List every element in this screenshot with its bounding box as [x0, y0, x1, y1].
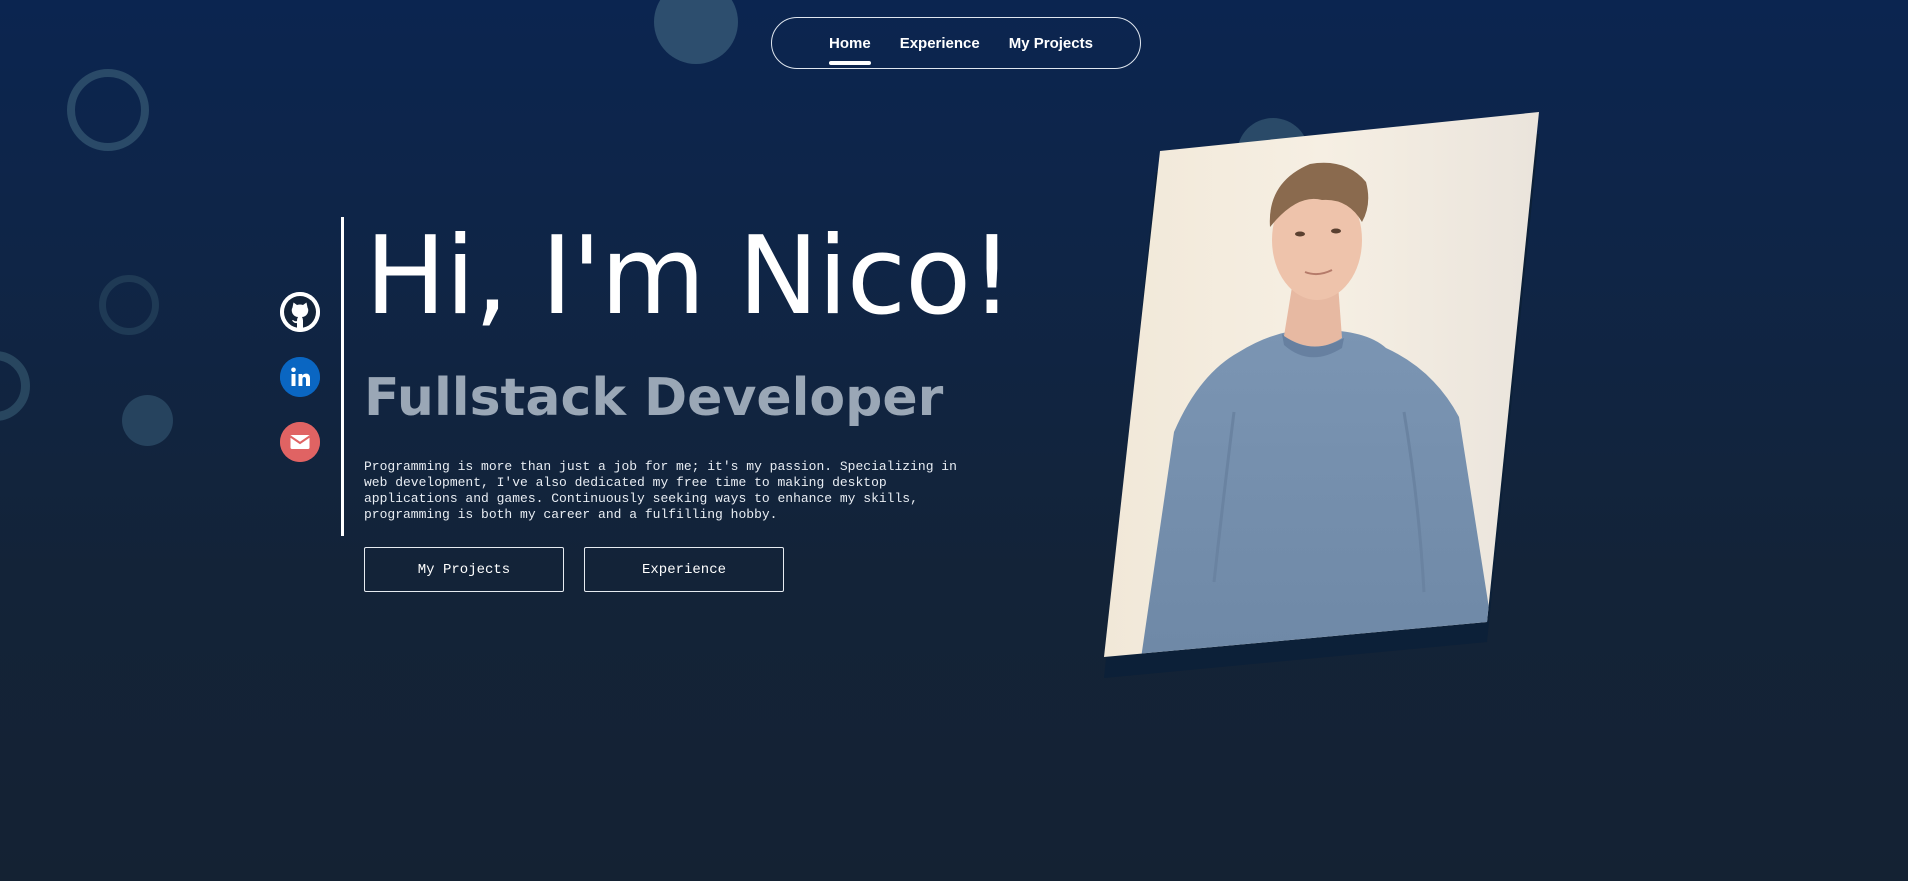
- mail-link[interactable]: [280, 422, 320, 462]
- nav-item-my-projects[interactable]: My Projects: [1009, 35, 1093, 52]
- github-link[interactable]: [280, 292, 320, 332]
- github-icon: [280, 292, 320, 332]
- decorative-ring: [99, 275, 159, 335]
- portrait-image: [1104, 112, 1539, 678]
- mail-icon: [280, 422, 320, 462]
- experience-button[interactable]: Experience: [584, 547, 784, 592]
- decorative-circle: [654, 0, 738, 64]
- social-links: [280, 292, 320, 462]
- hero-description: Programming is more than just a job for …: [364, 459, 957, 522]
- vertical-divider: [341, 217, 344, 536]
- hero-title: Hi, I'm Nico!: [365, 214, 1013, 339]
- decorative-circle: [122, 395, 173, 446]
- hero-subtitle: Fullstack Developer: [364, 368, 944, 428]
- linkedin-icon: [280, 357, 320, 397]
- profile-photo: [1104, 112, 1540, 687]
- decorative-ring: [0, 351, 30, 421]
- nav-item-experience[interactable]: Experience: [900, 35, 980, 52]
- decorative-ring: [67, 69, 149, 151]
- my-projects-button[interactable]: My Projects: [364, 547, 564, 592]
- linkedin-link[interactable]: [280, 357, 320, 397]
- main-nav: Home Experience My Projects: [771, 17, 1141, 69]
- nav-item-home[interactable]: Home: [829, 35, 871, 65]
